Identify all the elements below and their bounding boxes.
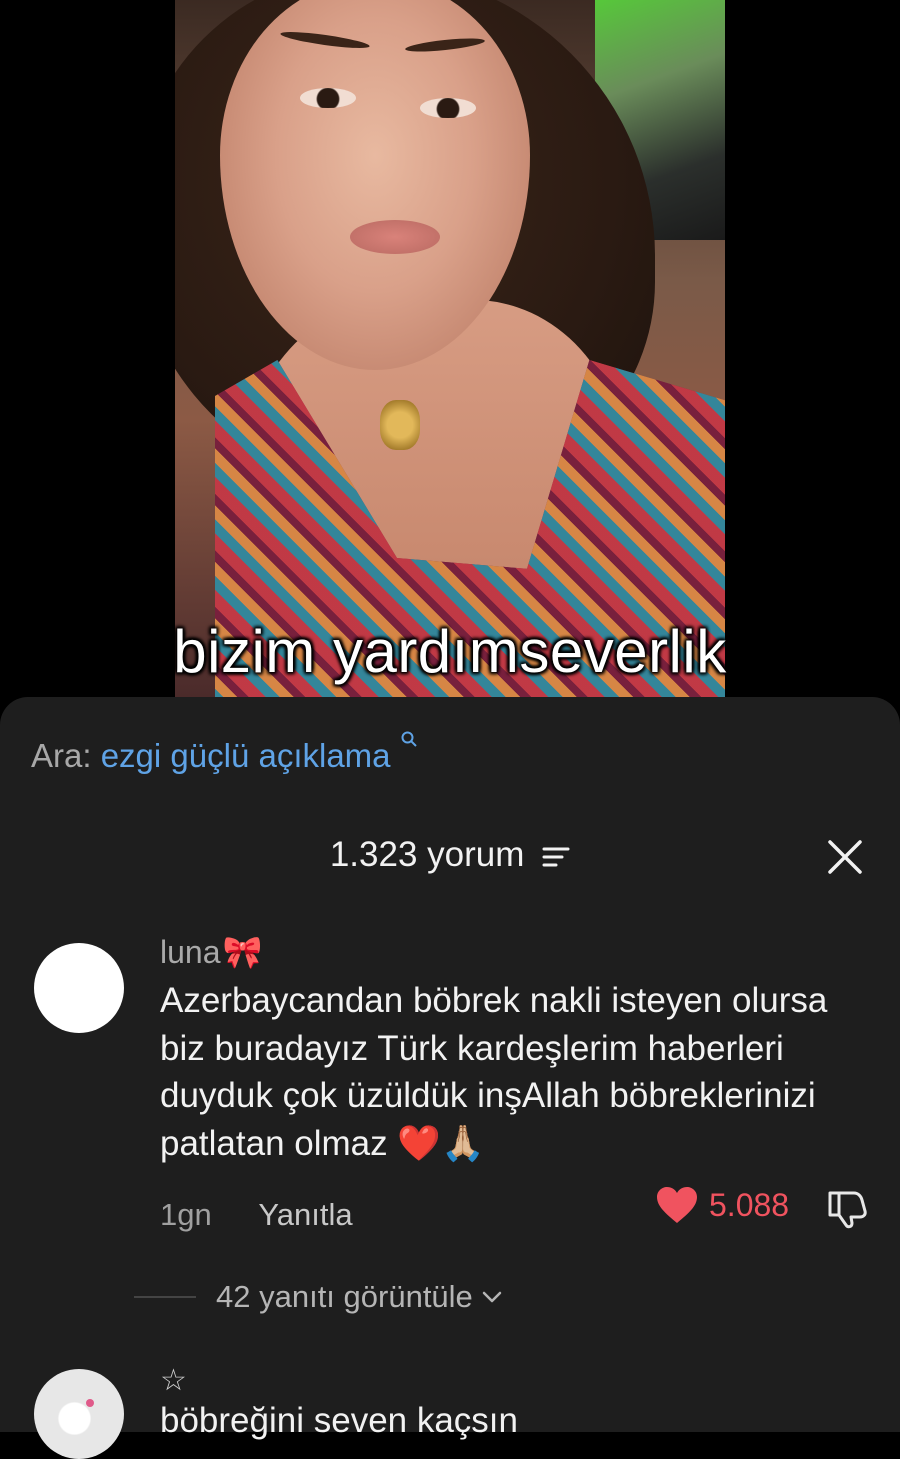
dislike-icon[interactable] (824, 1189, 868, 1229)
avatar[interactable] (34, 1369, 124, 1459)
comment-username[interactable]: luna🎀 (160, 933, 262, 971)
comment-text: böbreğini seven kaçsın (160, 1401, 518, 1440)
heart-icon (657, 1187, 697, 1223)
comment-username[interactable]: ☆ (160, 1363, 187, 1398)
search-icon (401, 731, 417, 747)
comments-count: 1.323 yorum (329, 835, 525, 874)
video-player[interactable] (175, 0, 725, 700)
reply-button[interactable]: Yanıtla (258, 1197, 352, 1232)
right-brow (404, 35, 486, 55)
avatar[interactable] (34, 943, 124, 1033)
username-text: luna (160, 934, 221, 970)
like-button[interactable]: 5.088 (655, 1185, 789, 1225)
comment-time: 1gn (160, 1197, 212, 1232)
comments-count-header: 1.323 yorum (0, 835, 900, 875)
sort-icon[interactable] (542, 845, 570, 869)
search-suggestion[interactable]: Ara: ezgi güçlü açıklama (31, 731, 417, 775)
left-eye (300, 88, 356, 108)
comment-meta: 1gn Yanıtla (160, 1197, 353, 1233)
comments-sheet: Ara: ezgi güçlü açıklama 1.323 yorum lun… (0, 697, 900, 1459)
right-eye (420, 98, 476, 118)
lips (350, 220, 440, 254)
video-caption: bizim yardımseverlik (173, 618, 727, 685)
close-icon[interactable] (826, 838, 864, 876)
search-label: Ara: (31, 737, 92, 774)
divider (134, 1296, 196, 1298)
necklace-pendant (380, 400, 420, 450)
view-replies-button[interactable]: 42 yanıtı görüntüle (134, 1279, 503, 1315)
left-brow (279, 28, 371, 52)
comment-text: Azerbaycandan böbrek nakli isteyen olurs… (160, 981, 828, 1163)
view-replies-label: 42 yanıtı görüntüle (216, 1279, 473, 1314)
chevron-down-icon (482, 1291, 502, 1303)
bow-emoji: 🎀 (222, 934, 263, 970)
like-count: 5.088 (709, 1186, 790, 1223)
search-term-link[interactable]: ezgi güçlü açıklama (101, 737, 391, 774)
